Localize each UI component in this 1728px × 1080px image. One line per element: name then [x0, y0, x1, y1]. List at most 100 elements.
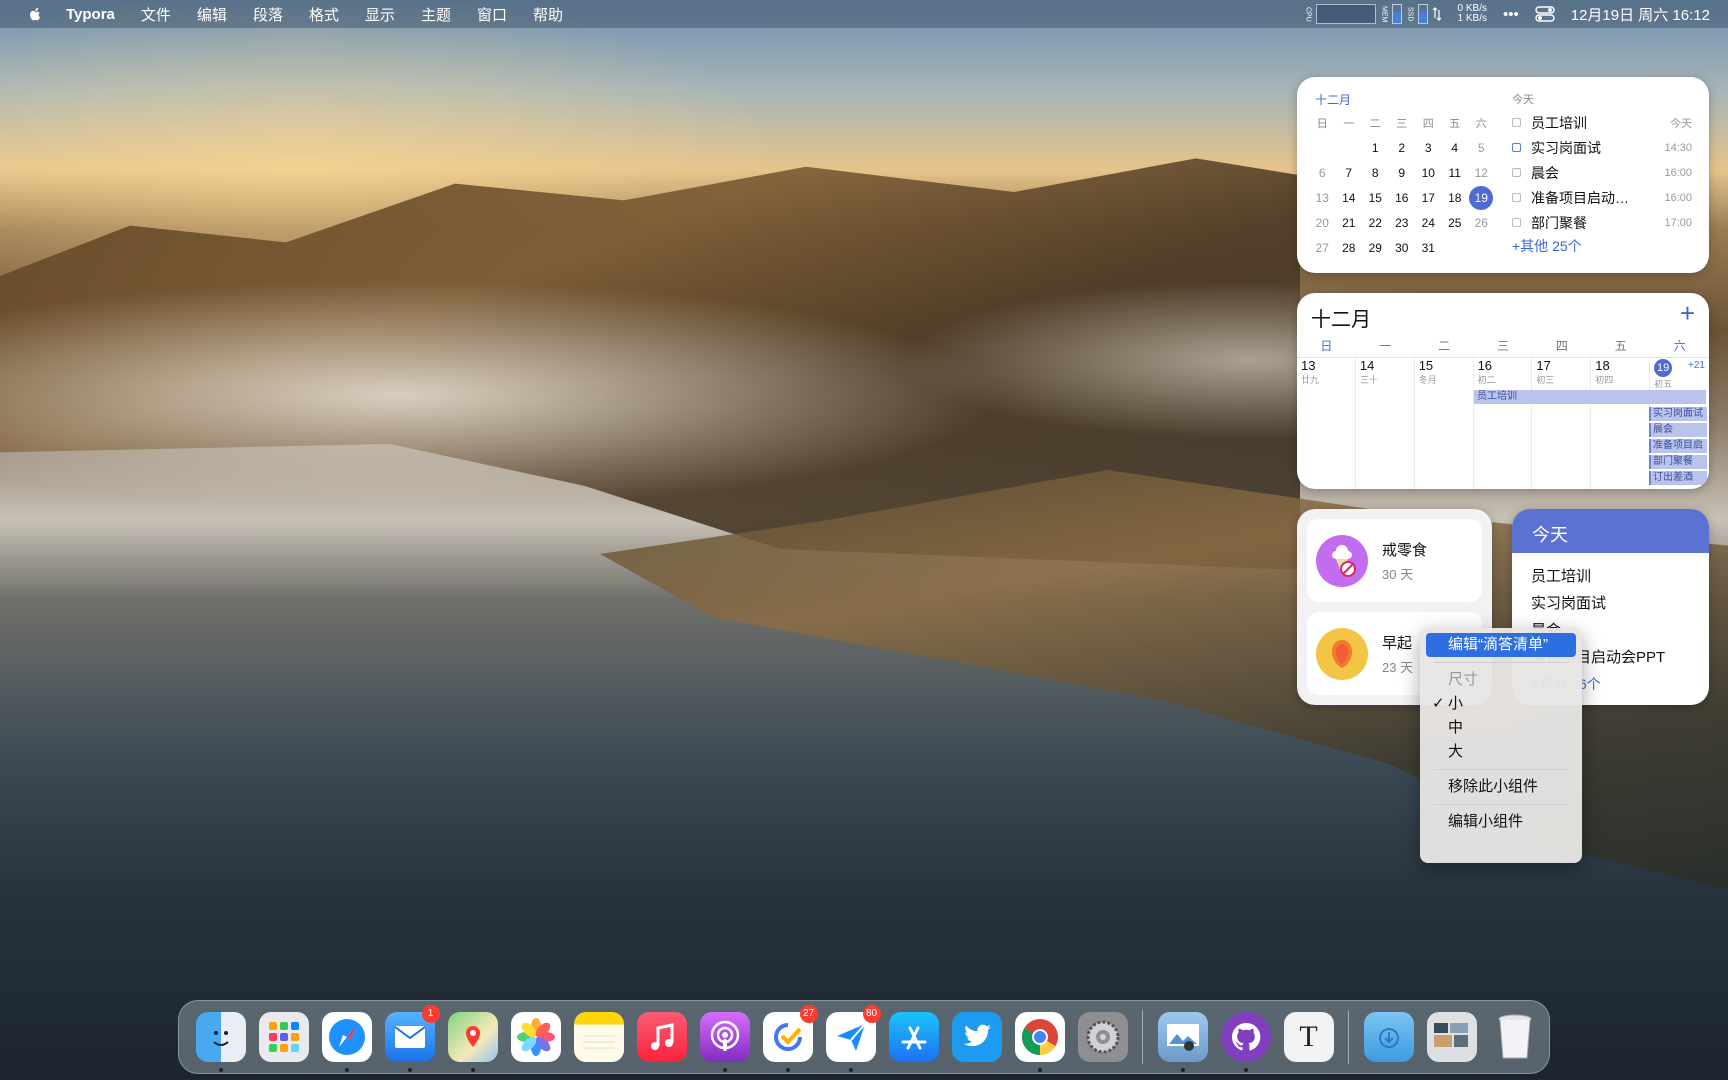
menu-clock[interactable]: 12月19日 周六 16:12	[1571, 4, 1710, 25]
event-chip[interactable]: 准备项目启	[1649, 439, 1707, 453]
spark-icon[interactable]: 80	[825, 1005, 881, 1072]
trash-icon[interactable]	[1490, 1012, 1540, 1062]
calendar-day[interactable]: 22	[1362, 216, 1389, 230]
menu-app-name[interactable]: Typora	[66, 6, 115, 23]
ticktick-icon[interactable]: 27	[762, 1005, 818, 1072]
downloads-folder-icon[interactable]	[1363, 1012, 1414, 1062]
checkbox-icon[interactable]	[1512, 143, 1521, 152]
event-row[interactable]: 晨会 16:00	[1512, 160, 1692, 185]
calendar-day[interactable]: 13	[1309, 191, 1336, 205]
twitter-icon[interactable]	[951, 1012, 1002, 1062]
week-day-column[interactable]: 18 初四	[1591, 355, 1651, 489]
menu-view[interactable]: 显示	[365, 4, 395, 25]
size-medium-item[interactable]: 中	[1426, 716, 1576, 740]
app-store-icon[interactable]	[888, 1012, 939, 1062]
calendar-day[interactable]: 28	[1336, 241, 1363, 255]
chrome-icon[interactable]	[1014, 1012, 1065, 1072]
calendar-day[interactable]: 2	[1389, 141, 1416, 155]
event-row[interactable]: 员工培训 今天	[1512, 110, 1692, 135]
menu-window[interactable]: 窗口	[477, 4, 507, 25]
edit-ticktick-item[interactable]: 编辑“滴答清单”	[1426, 633, 1576, 657]
calendar-day[interactable]: 27	[1309, 241, 1336, 255]
checkbox-icon[interactable]	[1512, 168, 1521, 177]
notes-icon[interactable]	[573, 1012, 624, 1062]
menu-help[interactable]: 帮助	[533, 4, 563, 25]
calendar-day[interactable]: 20	[1309, 216, 1336, 230]
photos-icon[interactable]	[510, 1012, 561, 1062]
week-day-column[interactable]: 14 三十	[1356, 355, 1415, 489]
calendar-day[interactable]: 14	[1336, 191, 1363, 205]
size-large-item[interactable]: 大	[1426, 740, 1576, 764]
calendar-day[interactable]: 1	[1362, 141, 1389, 155]
event-chip[interactable]: 晨会	[1649, 423, 1707, 437]
apple-icon[interactable]	[26, 5, 44, 23]
event-chip[interactable]: 部门聚餐	[1649, 455, 1707, 469]
preview-icon[interactable]	[1157, 1012, 1208, 1072]
week-day-column[interactable]: 17 初三	[1532, 355, 1592, 489]
event-row[interactable]: 准备项目启动… 16:00	[1512, 185, 1692, 210]
menu-theme[interactable]: 主题	[421, 4, 451, 25]
more-icon[interactable]: •••	[1503, 6, 1519, 23]
calendar-day[interactable]: 6	[1309, 166, 1336, 180]
add-event-button[interactable]: +	[1680, 299, 1695, 327]
mail-icon[interactable]: 1	[384, 1005, 440, 1072]
safari-icon[interactable]	[321, 1012, 372, 1072]
calendar-day[interactable]: 9	[1389, 166, 1416, 180]
calendar-day[interactable]: 19	[1468, 185, 1495, 210]
typora-icon[interactable]: T	[1283, 1012, 1334, 1062]
week-day-column[interactable]: 13 廿九	[1297, 355, 1356, 489]
finder-icon[interactable]	[195, 1012, 246, 1072]
calendar-week-widget[interactable]: 十二月 + 日 一 二 三 四 五 六 13 廿九 14 三十 15 冬月 16 初二 17 初三 18 初四 19…	[1297, 293, 1709, 489]
event-chip[interactable]: 实习岗面试	[1649, 407, 1707, 421]
size-small-item[interactable]: ✓ 小	[1426, 692, 1576, 716]
calendar-day[interactable]: 31	[1415, 241, 1442, 255]
launchpad-icon[interactable]	[258, 1012, 309, 1062]
menu-format[interactable]: 格式	[309, 4, 339, 25]
calendar-day[interactable]: 12	[1468, 166, 1495, 180]
calendar-day[interactable]: 23	[1389, 216, 1416, 230]
calendar-day[interactable]: 18	[1442, 191, 1469, 205]
checkbox-icon[interactable]	[1512, 193, 1521, 202]
remove-widget-item[interactable]: 移除此小组件	[1426, 775, 1576, 799]
event-row[interactable]: 实习岗面试 14:30	[1512, 135, 1692, 160]
system-preferences-icon[interactable]	[1077, 1012, 1128, 1062]
network-speed[interactable]: 0 KB/s 1 KB/s	[1458, 4, 1487, 24]
task-item[interactable]: 员工培训	[1531, 563, 1709, 590]
calendar-day[interactable]: 4	[1442, 141, 1469, 155]
edit-widgets-item[interactable]: 编辑小组件	[1426, 810, 1576, 834]
week-day-column[interactable]: 15 冬月	[1415, 355, 1474, 489]
span-event[interactable]: 员工培训	[1474, 390, 1706, 404]
calendar-day[interactable]: 5	[1468, 141, 1495, 155]
menu-file[interactable]: 文件	[141, 4, 171, 25]
calendar-day[interactable]: 25	[1442, 216, 1469, 230]
system-monitor[interactable]: CPU MEM SSD	[1304, 4, 1442, 24]
music-icon[interactable]	[636, 1012, 687, 1062]
menu-edit[interactable]: 编辑	[197, 4, 227, 25]
checkbox-icon[interactable]	[1512, 218, 1521, 227]
more-events-link[interactable]: +其他 25个	[1512, 236, 1692, 256]
task-item[interactable]: 实习岗面试	[1531, 590, 1709, 617]
maps-icon[interactable]	[447, 1012, 498, 1072]
github-desktop-icon[interactable]	[1220, 1012, 1271, 1072]
calendar-day[interactable]: 3	[1415, 141, 1442, 155]
calendar-day[interactable]: 10	[1415, 166, 1442, 180]
recent-windows-icon[interactable]	[1426, 1012, 1477, 1062]
calendar-day[interactable]: 8	[1362, 166, 1389, 180]
week-day-column[interactable]: 16 初二	[1474, 355, 1533, 489]
habit-card[interactable]: 戒零食 30 天	[1307, 519, 1482, 602]
calendar-day[interactable]: 11	[1442, 166, 1469, 180]
checkbox-icon[interactable]	[1512, 118, 1521, 127]
calendar-day[interactable]: 17	[1415, 191, 1442, 205]
menu-paragraph[interactable]: 段落	[253, 4, 283, 25]
calendar-day[interactable]: 29	[1362, 241, 1389, 255]
calendar-day[interactable]: 24	[1415, 216, 1442, 230]
calendar-day[interactable]: 15	[1362, 191, 1389, 205]
calendar-day[interactable]: 7	[1336, 166, 1363, 180]
calendar-day[interactable]: 30	[1389, 241, 1416, 255]
calendar-day[interactable]: 21	[1336, 216, 1363, 230]
event-chip[interactable]: 订出差酒	[1649, 471, 1707, 485]
control-center-icon[interactable]	[1535, 6, 1555, 22]
event-row[interactable]: 部门聚餐 17:00	[1512, 210, 1692, 235]
podcasts-icon[interactable]	[699, 1012, 750, 1072]
calendar-day[interactable]: 16	[1389, 191, 1416, 205]
